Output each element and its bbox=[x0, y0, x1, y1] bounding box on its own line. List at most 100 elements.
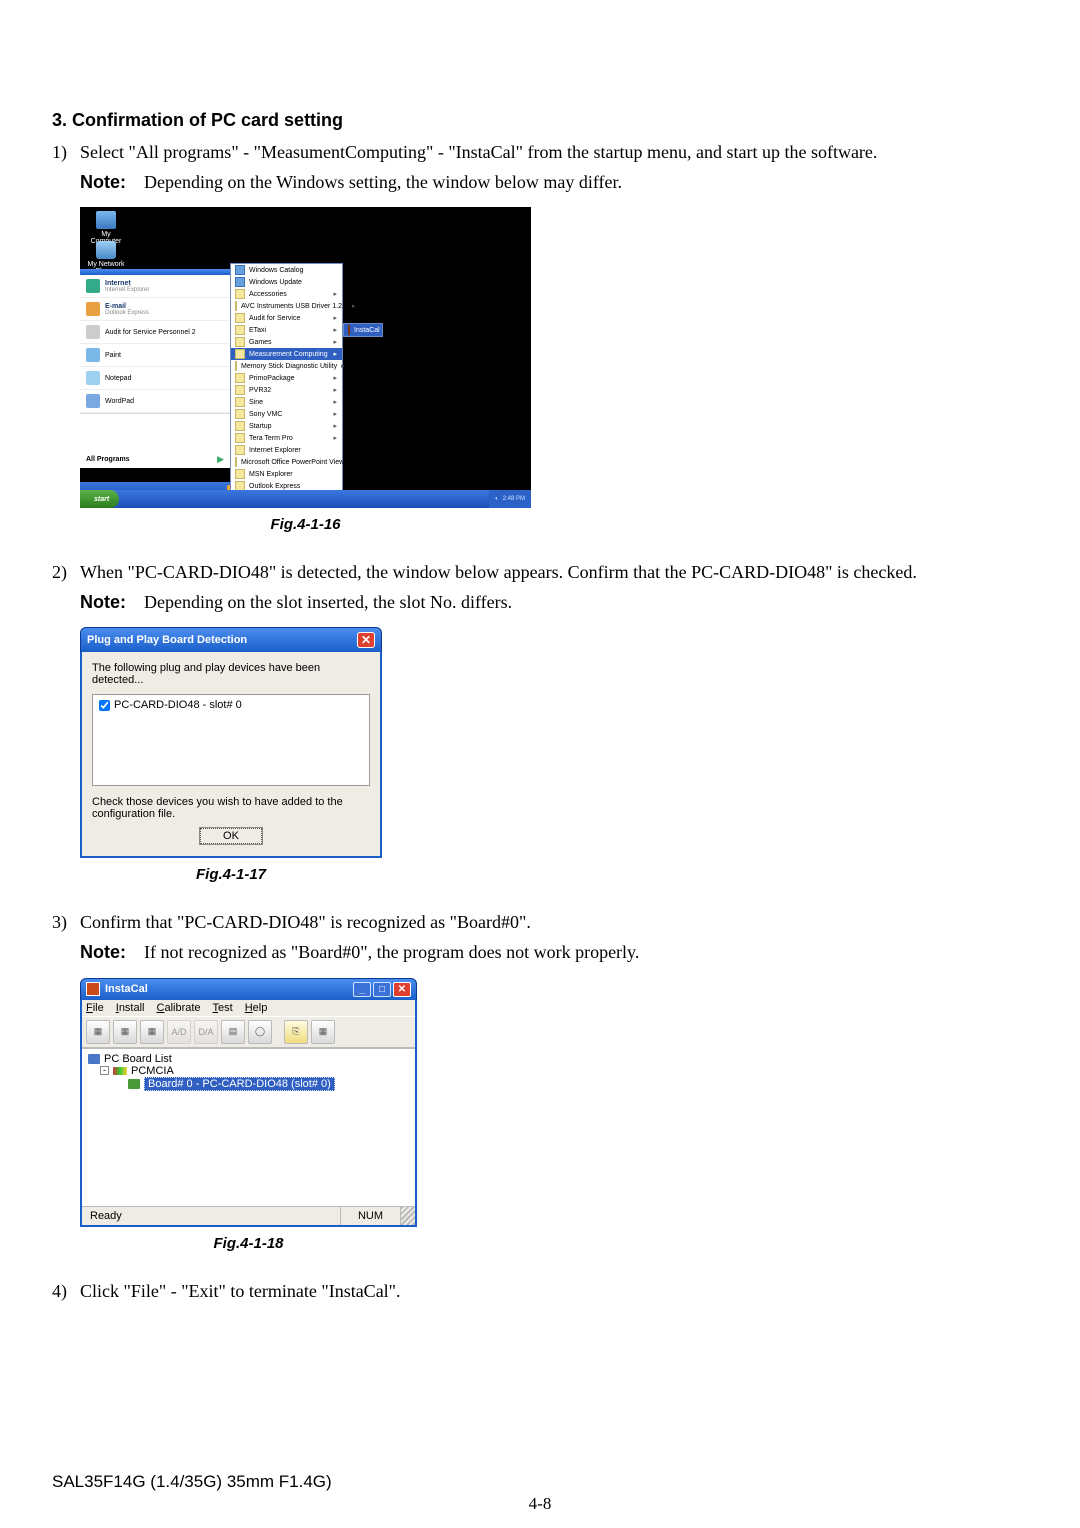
step-1: 1) Select "All programs" - "MeasumentCom… bbox=[52, 139, 1028, 165]
computer-icon bbox=[88, 1054, 100, 1064]
start-recent-paint[interactable]: Paint bbox=[80, 344, 230, 367]
tree-root[interactable]: PC Board List bbox=[88, 1053, 409, 1065]
menu-item[interactable]: Windows Update bbox=[231, 276, 342, 288]
step-4-text: Click "File" - "Exit" to terminate "Inst… bbox=[80, 1278, 1028, 1304]
menu-item-label: Sony VMC bbox=[249, 411, 282, 418]
menu-item[interactable]: Tera Term Pro▸ bbox=[231, 432, 342, 444]
maximize-button[interactable]: □ bbox=[373, 982, 391, 997]
toolbar-button-7[interactable]: ◯ bbox=[248, 1020, 272, 1044]
toolbar-button-3[interactable]: ▦ bbox=[140, 1020, 164, 1044]
toolbar-button-8[interactable]: ⎘ bbox=[284, 1020, 308, 1044]
tree-bus-pcmcia[interactable]: - PCMCIA bbox=[88, 1065, 409, 1077]
tree-bus-label: PCMCIA bbox=[131, 1065, 174, 1077]
menu-item[interactable]: ETaxi ▸ bbox=[231, 324, 342, 336]
board-tree: PC Board List - PCMCIA Board# 0 - PC-CAR… bbox=[82, 1048, 415, 1206]
taskbar-tray: ◐ 2:48 PM bbox=[489, 490, 531, 508]
menu-item[interactable]: Accessories▸ bbox=[231, 288, 342, 300]
folder-icon bbox=[235, 361, 237, 371]
menu-help[interactable]: Help bbox=[245, 1002, 268, 1014]
menu-test[interactable]: Test bbox=[213, 1002, 233, 1014]
menu-item-label: Memory Stick Diagnostic Utility bbox=[241, 363, 337, 370]
toolbar-button-ad[interactable]: A/D bbox=[167, 1020, 191, 1044]
folder-icon bbox=[235, 385, 245, 395]
step-3-note: Note: If not recognized as "Board#0", th… bbox=[80, 939, 1028, 965]
folder-icon bbox=[235, 325, 245, 335]
section-title: Confirmation of PC card setting bbox=[72, 110, 343, 130]
chevron-right-icon: ▶ bbox=[217, 454, 224, 465]
toolbar-button-6[interactable]: ▤ bbox=[221, 1020, 245, 1044]
tree-board-0[interactable]: Board# 0 - PC-CARD-DIO48 (slot# 0) bbox=[88, 1077, 409, 1091]
menu-calibrate[interactable]: Calibrate bbox=[157, 1002, 201, 1014]
note-label: Note: bbox=[80, 172, 126, 192]
menu-item[interactable]: Microsoft Office PowerPoint Viewer 2003 bbox=[231, 456, 342, 468]
wordpad-icon bbox=[86, 394, 100, 408]
menu-item[interactable]: PVR32▸ bbox=[231, 384, 342, 396]
chevron-right-icon: ▸ bbox=[333, 410, 337, 418]
start-button[interactable]: start bbox=[80, 490, 119, 508]
board-icon bbox=[128, 1079, 140, 1089]
menu-item[interactable]: Games▸ bbox=[231, 336, 342, 348]
pinned-title: Audit for Service Personnel 2 bbox=[105, 329, 196, 336]
start-all-programs[interactable]: All Programs ▶ bbox=[80, 451, 230, 468]
menu-item[interactable]: Startup▸ bbox=[231, 420, 342, 432]
folder-icon bbox=[235, 469, 245, 479]
menu-item-instacal[interactable]: InstaCal bbox=[344, 324, 382, 336]
menu-item-label: Sine bbox=[249, 399, 263, 406]
chevron-right-icon: ▸ bbox=[333, 350, 337, 358]
tray-icon: ◐ bbox=[495, 496, 499, 502]
collapse-icon[interactable]: - bbox=[100, 1066, 109, 1075]
menu-install[interactable]: Install bbox=[116, 1002, 145, 1014]
step-1-note: Note: Depending on the Windows setting, … bbox=[80, 169, 1028, 195]
start-pinned-internet[interactable]: InternetInternet Explorer bbox=[80, 275, 230, 298]
chevron-right-icon: ▸ bbox=[333, 326, 337, 334]
close-button[interactable]: ✕ bbox=[393, 982, 411, 997]
start-recent-notepad[interactable]: Notepad bbox=[80, 367, 230, 390]
toolbar-button-1[interactable]: ▦ bbox=[86, 1020, 110, 1044]
fig-4-1-18-window: InstaCal _ □ ✕ File Install Calibrate Te… bbox=[80, 978, 417, 1227]
footer-page-number: 4-8 bbox=[0, 1494, 1080, 1514]
menu-item-label: Internet Explorer bbox=[249, 447, 301, 454]
menu-item[interactable]: Audit for Service▸ bbox=[231, 312, 342, 324]
menu-item[interactable]: Memory Stick Diagnostic Utility▸ bbox=[231, 360, 342, 372]
step-2-number: 2) bbox=[52, 559, 80, 585]
chevron-right-icon: ▸ bbox=[333, 374, 337, 382]
folder-icon bbox=[235, 409, 245, 419]
desktop-icon-my-computer[interactable]: My Computer bbox=[86, 211, 126, 245]
network-icon bbox=[96, 241, 116, 259]
toolbar-button-da[interactable]: D/A bbox=[194, 1020, 218, 1044]
menu-item[interactable]: Sony VMC ▸ bbox=[231, 408, 342, 420]
dialog-title: Plug and Play Board Detection bbox=[87, 634, 247, 646]
device-checkbox-row[interactable]: PC-CARD-DIO48 - slot# 0 bbox=[99, 699, 363, 711]
menu-item-label: Tera Term Pro bbox=[249, 435, 293, 442]
close-button[interactable]: ✕ bbox=[357, 632, 375, 648]
start-recent-audit[interactable]: Audit for Service Personnel 2 bbox=[80, 321, 230, 344]
menu-item[interactable]: Windows Catalog bbox=[231, 264, 342, 276]
toolbar-button-2[interactable]: ▦ bbox=[113, 1020, 137, 1044]
menu-item[interactable]: MSN Explorer bbox=[231, 468, 342, 480]
menu-item[interactable]: AVC Instruments USB Driver 1.2.0▸ bbox=[231, 300, 342, 312]
menu-item[interactable]: PrimoPackage▸ bbox=[231, 372, 342, 384]
device-label: PC-CARD-DIO48 - slot# 0 bbox=[114, 699, 242, 711]
app-icon bbox=[86, 325, 100, 339]
menu-item[interactable]: Internet Explorer bbox=[231, 444, 342, 456]
start-recent-wordpad[interactable]: WordPad bbox=[80, 390, 230, 413]
menu-item[interactable]: Sine▸ bbox=[231, 396, 342, 408]
chevron-right-icon: ▸ bbox=[333, 386, 337, 394]
menu-item-label: Audit for Service bbox=[249, 315, 300, 322]
toolbar-button-9[interactable]: ▦ bbox=[311, 1020, 335, 1044]
step-3: 3) Confirm that "PC-CARD-DIO48" is recog… bbox=[52, 909, 1028, 935]
menu-file[interactable]: File bbox=[86, 1002, 104, 1014]
device-checkbox[interactable] bbox=[99, 700, 110, 711]
note-text: Depending on the slot inserted, the slot… bbox=[144, 592, 512, 612]
toolbar: ▦ ▦ ▦ A/D D/A ▤ ◯ ⎘ ▦ bbox=[82, 1016, 415, 1048]
menu-item-label: ETaxi bbox=[249, 327, 266, 334]
menu-item[interactable]: Measurement Computing▸ bbox=[231, 348, 342, 360]
status-num: NUM bbox=[341, 1207, 401, 1225]
all-programs-submenu: Windows CatalogWindows UpdateAccessories… bbox=[230, 263, 343, 508]
start-pinned-email[interactable]: E-mailOutlook Express bbox=[80, 298, 230, 321]
resize-grip-icon[interactable] bbox=[401, 1207, 415, 1225]
ok-button[interactable]: OK bbox=[200, 828, 262, 844]
minimize-button[interactable]: _ bbox=[353, 982, 371, 997]
step-4-number: 4) bbox=[52, 1278, 80, 1304]
step-3-number: 3) bbox=[52, 909, 80, 935]
